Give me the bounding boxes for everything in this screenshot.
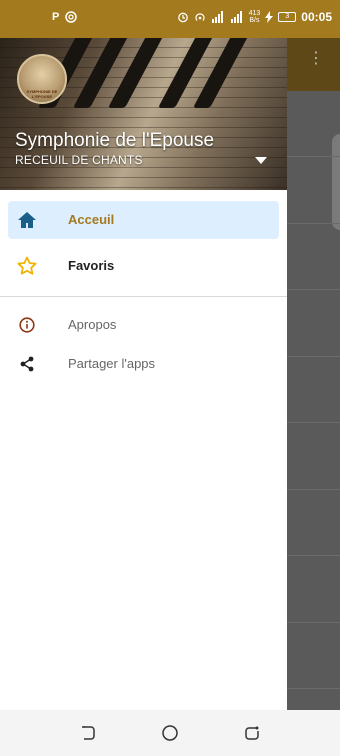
background-row-divider	[287, 489, 340, 490]
background-row-divider	[287, 555, 340, 556]
background-app-scrim[interactable]: ⋮	[287, 38, 340, 710]
background-row-divider	[287, 688, 340, 689]
menu-divider	[0, 296, 287, 297]
menu-item-partager[interactable]: Partager l'apps	[8, 345, 279, 383]
menu-item-acceuil[interactable]: Acceuil	[8, 201, 279, 239]
recent-apps-icon[interactable]	[242, 723, 262, 743]
charging-icon	[265, 11, 274, 23]
menu-item-apropos[interactable]: Apropos	[8, 306, 279, 344]
info-icon	[16, 314, 38, 336]
avatar-caption: SYMPHONIE DE L'EPOUSE	[26, 89, 58, 99]
menu-item-label: Partager l'apps	[68, 356, 156, 371]
navigation-drawer: SYMPHONIE DE L'EPOUSE Symphonie de l'Epo…	[0, 38, 287, 710]
signal-icon	[211, 11, 223, 23]
status-left-icons: P	[52, 10, 78, 24]
menu-item-label: Favoris	[68, 258, 115, 273]
drawer-header: SYMPHONIE DE L'EPOUSE Symphonie de l'Epo…	[0, 38, 287, 190]
app-logo-avatar[interactable]: SYMPHONIE DE L'EPOUSE	[17, 54, 67, 104]
menu-item-label: Acceuil	[68, 212, 115, 227]
signal-icon	[230, 11, 242, 23]
more-vert-icon: ⋮	[308, 50, 324, 67]
background-row-divider	[287, 223, 340, 224]
status-time: 00:05	[301, 10, 332, 24]
home-circle-icon[interactable]	[160, 723, 180, 743]
at-sign-icon	[65, 11, 78, 23]
share-icon	[16, 353, 38, 375]
status-bar: P 413 B/s 3 00:05	[0, 0, 340, 38]
parking-icon: P	[52, 11, 60, 23]
status-right-icons: 413 B/s 3 00:05	[177, 10, 332, 24]
background-row-divider	[287, 622, 340, 623]
menu-item-label: Apropos	[68, 317, 117, 332]
background-row-divider	[287, 356, 340, 357]
drawer-title: Symphonie de l'Epouse	[15, 130, 215, 151]
background-scroll-handle	[332, 134, 340, 230]
background-row-divider	[287, 422, 340, 423]
background-row-divider	[287, 289, 340, 290]
account-dropdown-icon[interactable]	[255, 157, 267, 164]
battery-indicator: 3	[278, 12, 297, 22]
back-icon[interactable]	[78, 723, 98, 743]
network-speed: 413 B/s	[248, 10, 261, 24]
alarm-icon	[177, 12, 188, 23]
drawer-subtitle: RECEUIL DE CHANTS	[15, 153, 143, 167]
system-nav-bar	[0, 710, 340, 756]
hotspot-icon	[195, 13, 205, 21]
star-icon	[16, 255, 38, 277]
background-row-divider	[287, 156, 340, 157]
menu-item-favoris[interactable]: Favoris	[8, 247, 279, 285]
home-icon	[16, 209, 38, 231]
